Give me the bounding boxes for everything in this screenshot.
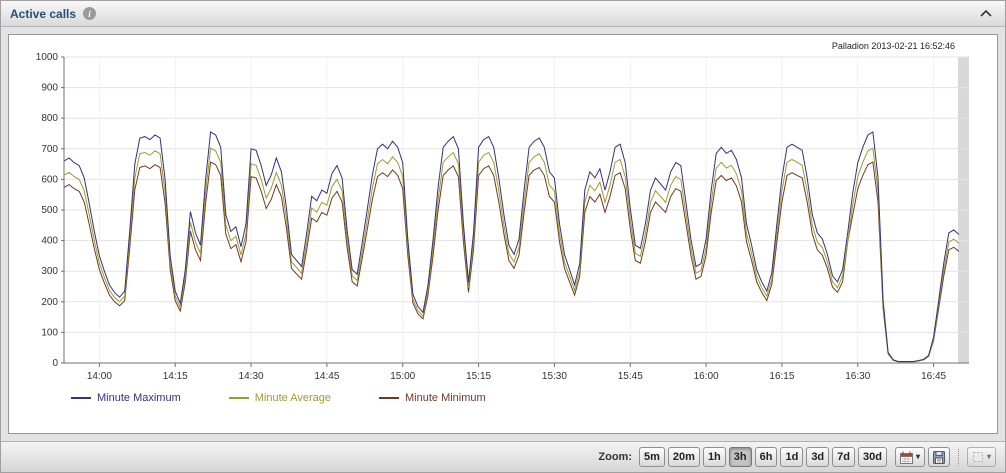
collapse-button[interactable] [976, 8, 996, 19]
y-tick-label: 500 [41, 205, 58, 216]
chart-watermark: Palladion 2013-02-21 16:52:46 [831, 41, 955, 51]
active-calls-chart[interactable]: 0 100 200 300 400 500 600 700 800 900 1000 14:00 14:… [14, 51, 989, 389]
save-icon [932, 450, 945, 464]
y-tick-label: 700 [41, 144, 58, 155]
toolbar-divider [957, 448, 959, 466]
zoom-button-1h[interactable]: 1h [702, 447, 726, 467]
x-tick-label: 14:30 [239, 371, 264, 382]
legend-item: Minute Average [228, 392, 331, 404]
y-tick-label: 900 [41, 83, 58, 94]
chart-container: Palladion 2013-02-21 16:52:46 0 100 200 300… [8, 34, 998, 434]
widget-header: Active calls i [1, 1, 1005, 27]
x-tick-label: 16:45 [921, 371, 946, 382]
zoom-button-1d[interactable]: 1d [780, 447, 804, 467]
y-tick-label: 1000 [36, 52, 59, 63]
zoom-button-30d[interactable]: 30d [858, 447, 887, 467]
chevron-down-icon: ▾ [915, 452, 920, 461]
legend-label: Minute Maximum [97, 392, 181, 404]
legend-swatch [379, 397, 399, 399]
x-tick-label: 14:00 [87, 371, 112, 382]
series-line-minute-maximum [63, 131, 960, 362]
y-tick-label: 400 [41, 236, 58, 247]
y-tick-label: 300 [41, 266, 58, 277]
chevron-up-icon [980, 10, 992, 17]
x-tick-label: 15:15 [466, 371, 491, 382]
legend-item: Minute Minimum [379, 392, 486, 404]
y-tick-label: 0 [52, 358, 58, 369]
calendar-range-button[interactable]: ▾ [894, 447, 925, 467]
more-options-button[interactable]: ▾ [966, 447, 996, 467]
legend-swatch [228, 397, 249, 399]
export-button[interactable] [927, 447, 950, 467]
zoom-button-3d[interactable]: 3d [806, 447, 830, 467]
x-tick-label: 15:45 [618, 371, 643, 382]
x-tick-label: 15:30 [542, 371, 567, 382]
zoom-button-5m[interactable]: 5m [639, 447, 665, 467]
zoom-button-3h[interactable]: 3h [728, 447, 752, 467]
calendar-icon [899, 451, 913, 464]
zoom-label: Zoom: [598, 451, 632, 463]
active-calls-widget: Active calls i Palladion 2013-02-21 16:5… [0, 0, 1006, 473]
series-line-minute-minimum [63, 161, 960, 363]
x-tick-label: 15:00 [390, 371, 415, 382]
x-tick-label: 14:15 [163, 371, 188, 382]
page-title: Active calls [10, 6, 77, 21]
legend-item: Minute Maximum [71, 392, 181, 404]
chart-legend: Minute Maximum Minute Average Minute Minim… [71, 392, 997, 404]
x-tick-label: 16:15 [769, 371, 794, 382]
zoom-button-7d[interactable]: 7d [832, 447, 855, 467]
y-tick-label: 800 [41, 113, 58, 124]
y-tick-label: 200 [41, 297, 58, 308]
zoom-button-6h[interactable]: 6h [754, 447, 778, 467]
widget-footer: Zoom: 5m 20m 1h 3h 6h 1d 3d 7d 30d ▾ ▾ [1, 441, 1005, 472]
chevron-down-icon: ▾ [986, 452, 991, 461]
legend-swatch [71, 397, 91, 399]
y-tick-label: 100 [41, 327, 58, 338]
zoom-button-20m[interactable]: 20m [667, 447, 700, 467]
x-tick-label: 14:45 [314, 371, 339, 382]
info-icon[interactable]: i [83, 7, 97, 20]
x-tick-label: 16:30 [845, 371, 870, 382]
legend-label: Minute Average [254, 392, 331, 404]
y-tick-label: 600 [41, 174, 58, 185]
zoom-buttons: 5m 20m 1h 3h 6h 1d 3d 7d 30d [639, 447, 887, 467]
x-tick-label: 16:00 [694, 371, 719, 382]
legend-label: Minute Minimum [405, 392, 486, 404]
selection-box-icon [972, 452, 983, 462]
